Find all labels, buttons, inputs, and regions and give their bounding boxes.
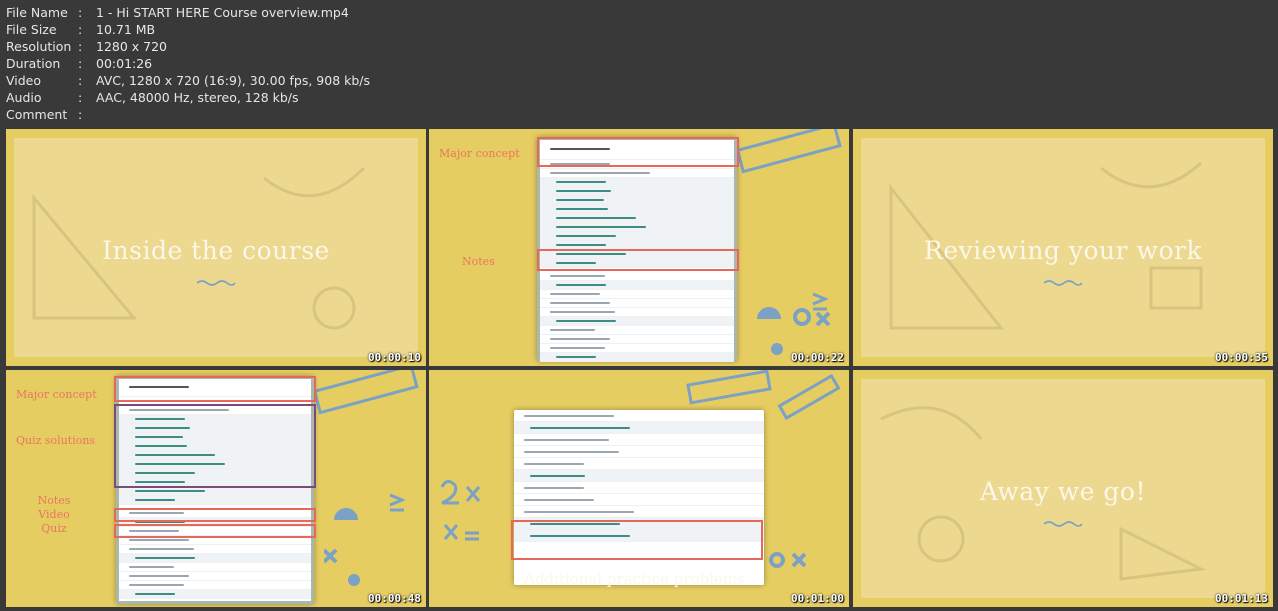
list-item (540, 187, 734, 196)
thumbnail-1[interactable]: Inside the course 00:00:10 (6, 129, 426, 366)
list-item (540, 281, 734, 290)
list-item (119, 590, 311, 599)
list-item (540, 326, 734, 335)
list-item (514, 434, 764, 446)
list-item (514, 506, 764, 518)
thumbnail-2[interactable]: Major concept Notes 00:00:22 (429, 129, 849, 366)
list-item (540, 178, 734, 187)
slide-title: Away we go! (979, 477, 1147, 506)
file-info: File Name:1 - Hi START HERE Course overv… (6, 4, 370, 123)
ruler-icon (312, 370, 419, 415)
timestamp: 00:01:00 (791, 592, 844, 605)
list-item (540, 344, 734, 353)
timestamp: 00:01:13 (1215, 592, 1268, 605)
list-item (540, 308, 734, 317)
highlight-box (537, 137, 739, 167)
label-video: Video (38, 508, 70, 521)
list-item (514, 422, 764, 434)
highlight-box (114, 376, 316, 402)
list-item (119, 496, 311, 505)
math-symbols-icon (440, 480, 481, 541)
list-item (514, 470, 764, 482)
label-quiz: Quiz (41, 522, 67, 535)
list-item (540, 169, 734, 178)
slide-background: Inside the course (14, 138, 418, 357)
list-item (540, 317, 734, 326)
list-item (514, 494, 764, 506)
thumbnail-3[interactable]: Reviewing your work 00:00:35 (853, 129, 1273, 366)
timestamp: 00:00:35 (1215, 351, 1268, 364)
highlight-box (511, 520, 763, 560)
list-item (514, 410, 764, 422)
thumbnail-5[interactable]: Additional practice problems 00:01:00 (429, 370, 849, 607)
list-item (540, 196, 734, 205)
list-item (514, 446, 764, 458)
label-major-concept: Major concept (16, 388, 97, 401)
list-item (119, 554, 311, 563)
thumbnail-6[interactable]: Away we go! 00:01:13 (853, 370, 1273, 607)
list-item (540, 290, 734, 299)
label-quiz-solutions: Quiz solutions (16, 434, 96, 447)
info-row-resolution: Resolution:1280 x 720 (6, 39, 168, 54)
slide-background: Major concept Quiz solutions Notes Video… (6, 370, 426, 607)
squiggle-icon (196, 280, 236, 286)
label-notes: Notes (462, 255, 495, 268)
squiggle-icon (1043, 280, 1083, 286)
highlight-box (114, 404, 316, 488)
slide-caption: Additional practice problems (524, 570, 745, 588)
list-item (540, 232, 734, 241)
ruler-icon (735, 129, 842, 174)
thumbnail-4[interactable]: Major concept Quiz solutions Notes Video… (6, 370, 426, 607)
list-item (514, 458, 764, 470)
squiggle-icon (1043, 521, 1083, 527)
info-row-video: Video: AVC, 1280 x 720 (16:9), 30.00 fps,… (6, 73, 371, 88)
list-item (119, 487, 311, 496)
highlight-box (114, 524, 316, 538)
list-item (514, 482, 764, 494)
info-row-duration: Duration:00:01:26 (6, 56, 153, 71)
slide-background: Major concept Notes (429, 129, 849, 366)
label-notes: Notes (37, 494, 71, 507)
info-row-comment: Comment: (6, 107, 83, 122)
math-symbols-icon (769, 552, 807, 568)
list-item (540, 353, 734, 362)
slide-title: Inside the course (102, 236, 330, 265)
list-item (540, 299, 734, 308)
list-item (540, 214, 734, 223)
list-item (119, 581, 311, 590)
info-row-file-size: File Size:10.71 MB (6, 22, 156, 37)
timestamp: 00:00:22 (791, 351, 844, 364)
highlight-box (114, 508, 316, 522)
list-item (119, 545, 311, 554)
list-item (540, 223, 734, 232)
list-item (540, 335, 734, 344)
slide-title: Reviewing your work (923, 236, 1203, 265)
list-item (540, 205, 734, 214)
slide-background: Away we go! (861, 379, 1265, 598)
list-item (119, 563, 311, 572)
highlight-box (537, 249, 739, 271)
slide-background: Reviewing your work (861, 138, 1265, 357)
list-item (119, 572, 311, 581)
info-row-file-name: File Name:1 - Hi START HERE Course overv… (6, 5, 349, 20)
math-symbols-icon (324, 493, 406, 586)
timestamp: 00:00:48 (368, 592, 421, 605)
info-row-audio: Audio: AAC, 48000 Hz, stereo, 128 kb/s (6, 90, 299, 105)
timestamp: 00:00:10 (368, 351, 421, 364)
list-item (540, 272, 734, 281)
label-major-concept: Major concept (439, 147, 520, 160)
